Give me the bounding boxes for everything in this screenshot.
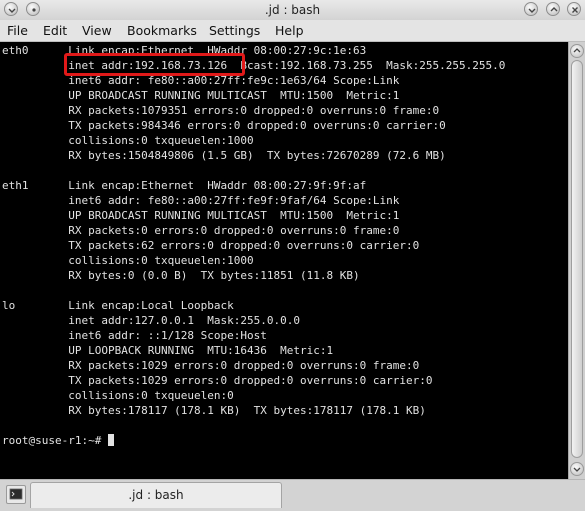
terminal-line: TX packets:984346 errors:0 dropped:0 ove… (2, 119, 446, 132)
terminal-line: RX packets:1029 errors:0 dropped:0 overr… (2, 359, 420, 372)
close-icon[interactable] (567, 2, 581, 16)
terminal-line: inet addr:127.0.0.1 Mask:255.0.0.0 (2, 314, 301, 327)
terminal-line: inet6 addr: ::1/128 Scope:Host (2, 329, 267, 342)
window-title: .jd : bash (264, 3, 321, 17)
menu-view[interactable]: View (82, 23, 112, 38)
menu-file[interactable]: File (7, 23, 28, 38)
terminal-line: inet6 addr: fe80::a00:27ff:fe9f:9faf/64 … (2, 194, 400, 207)
menu-edit[interactable]: Edit (43, 23, 67, 38)
tab-label: .jd : bash (128, 488, 184, 502)
terminal-prompt-line: root@suse-r1:~# (2, 433, 114, 448)
terminal-line: collisions:0 txqueuelen:1000 (2, 134, 254, 147)
terminal-line: RX packets:1079351 errors:0 dropped:0 ov… (2, 104, 440, 117)
terminal-line: collisions:0 txqueuelen:1000 (2, 254, 254, 267)
terminal-line: RX bytes:0 (0.0 B) TX bytes:11851 (11.8 … (2, 269, 360, 282)
vertical-scrollbar[interactable] (568, 42, 585, 479)
terminal-line: UP BROADCAST RUNNING MULTICAST MTU:1500 … (2, 209, 400, 222)
text-cursor (107, 434, 114, 446)
terminal-line: UP LOOPBACK RUNNING MTU:16436 Metric:1 (2, 344, 334, 357)
minimize-icon[interactable] (524, 2, 538, 16)
tab-bash[interactable]: .jd : bash (30, 482, 282, 508)
terminal-line: eth1 Link encap:Ethernet HWaddr 08:00:27… (2, 179, 367, 192)
tab-bar: .jd : bash (0, 479, 585, 511)
terminal-line: lo Link encap:Local Loopback (2, 299, 234, 312)
terminal-line: RX packets:0 errors:0 dropped:0 overruns… (2, 224, 400, 237)
terminal-icon (9, 488, 23, 500)
terminal-line: collisions:0 txqueuelen:0 (2, 389, 234, 402)
menu-bar: File Edit View Bookmarks Settings Help (0, 20, 585, 42)
shell-prompt: root@suse-r1:~# (2, 434, 102, 447)
terminal-line: TX packets:1029 errors:0 dropped:0 overr… (2, 374, 433, 387)
terminal-line: RX bytes:1504849806 (1.5 GB) TX bytes:72… (2, 149, 446, 162)
scroll-up-icon[interactable] (570, 44, 584, 58)
terminal-line: RX bytes:178117 (178.1 KB) TX bytes:1781… (2, 404, 426, 417)
scrollbar-thumb[interactable] (571, 60, 583, 458)
ip-address-highlight (64, 53, 245, 76)
menu-bookmarks[interactable]: Bookmarks (127, 23, 197, 38)
menu-settings[interactable]: Settings (209, 23, 260, 38)
terminal-line: UP BROADCAST RUNNING MULTICAST MTU:1500 … (2, 89, 400, 102)
terminal-line: TX packets:62 errors:0 dropped:0 overrun… (2, 239, 420, 252)
scroll-down-icon[interactable] (570, 462, 584, 476)
title-bar: .jd : bash (0, 0, 585, 20)
maximize-icon[interactable] (546, 2, 560, 16)
menu-help[interactable]: Help (275, 23, 304, 38)
terminal-output[interactable]: eth0 Link encap:Ethernet HWaddr 08:00:27… (0, 42, 568, 479)
new-tab-button[interactable] (6, 485, 26, 504)
